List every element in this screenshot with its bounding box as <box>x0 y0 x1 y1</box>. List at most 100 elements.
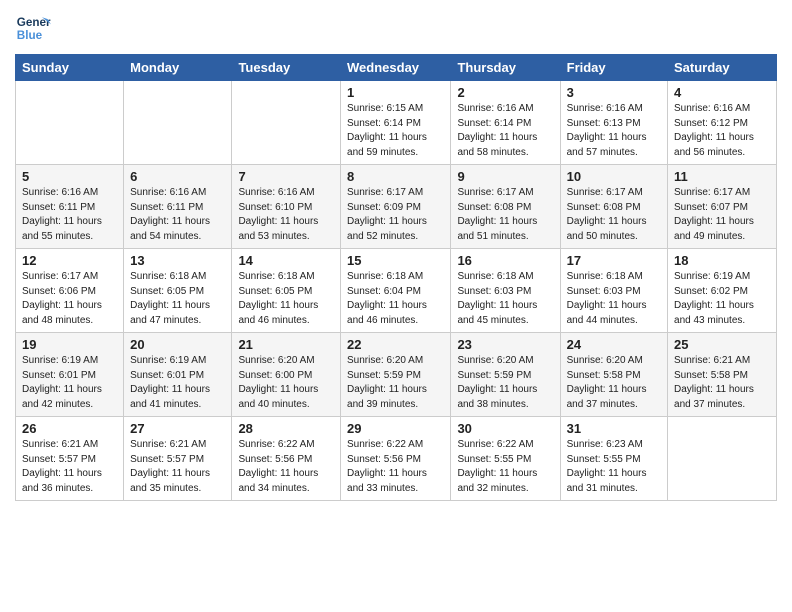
calendar-week-row: 5Sunrise: 6:16 AM Sunset: 6:11 PM Daylig… <box>16 165 777 249</box>
calendar-cell: 13 Sunrise: 6:18 AM Sunset: 6:05 PM Dayli… <box>124 249 232 333</box>
day-info: Sunrise: 6:22 AM Sunset: 5:55 PM Dayligh… <box>457 438 553 496</box>
day-info: Sunrise: 6:23 AM Sunset: 5:55 PM Dayligh… <box>567 438 661 496</box>
day-info: Sunrise: 6:22 AM Sunset: 5:56 PM Dayligh… <box>238 438 334 496</box>
day-number: 8 <box>347 169 444 184</box>
day-info: Sunrise: 6:20 AM Sunset: 6:00 PM Dayligh… <box>238 354 334 412</box>
calendar-cell: 29Sunrise: 6:22 AM Sunset: 5:56 PM Dayli… <box>341 417 451 501</box>
day-info: Sunrise: 6:16 AM Sunset: 6:10 PM Dayligh… <box>238 186 334 244</box>
day-info: Sunrise: 6:19 AM Sunset: 6:01 PM Dayligh… <box>130 354 225 412</box>
svg-text:Blue: Blue <box>17 29 43 42</box>
calendar-table: SundayMondayTuesdayWednesdayThursdayFrid… <box>15 54 777 501</box>
day-number: 7 <box>238 169 334 184</box>
calendar-cell: 31Sunrise: 6:23 AM Sunset: 5:55 PM Dayli… <box>560 417 667 501</box>
day-info: Sunrise: 6:16 AM Sunset: 6:14 PM Dayligh… <box>457 102 553 160</box>
calendar-cell: 19Sunrise: 6:19 AM Sunset: 6:01 PM Dayli… <box>16 333 124 417</box>
day-info: Sunrise: 6:17 AM Sunset: 6:08 PM Dayligh… <box>457 186 553 244</box>
day-info: Sunrise: 6:18 AM Sunset: 6:04 PM Dayligh… <box>347 270 444 328</box>
calendar-week-row: 26 Sunrise: 6:21 AM Sunset: 5:57 PM Dayli… <box>16 417 777 501</box>
day-info: Sunrise: 6:18 AM Sunset: 6:03 PM Dayligh… <box>457 270 553 328</box>
calendar-week-row: 12 Sunrise: 6:17 AM Sunset: 6:06 PM Dayli… <box>16 249 777 333</box>
day-number: 30 <box>457 421 553 436</box>
calendar-cell: 8 Sunrise: 6:17 AM Sunset: 6:09 PM Daylig… <box>341 165 451 249</box>
day-info: Sunrise: 6:16 AM Sunset: 6:13 PM Dayligh… <box>567 102 661 160</box>
calendar-cell: 24Sunrise: 6:20 AM Sunset: 5:58 PM Dayli… <box>560 333 667 417</box>
calendar-cell: 5Sunrise: 6:16 AM Sunset: 6:11 PM Daylig… <box>16 165 124 249</box>
calendar-cell: 22 Sunrise: 6:20 AM Sunset: 5:59 PM Dayli… <box>341 333 451 417</box>
day-number: 12 <box>22 253 117 268</box>
logo: General Blue <box>15 10 55 46</box>
day-info: Sunrise: 6:21 AM Sunset: 5:58 PM Dayligh… <box>674 354 770 412</box>
day-number: 1 <box>347 85 444 100</box>
calendar-cell: 25 Sunrise: 6:21 AM Sunset: 5:58 PM Dayli… <box>668 333 777 417</box>
calendar-cell: 6 Sunrise: 6:16 AM Sunset: 6:11 PM Daylig… <box>124 165 232 249</box>
weekday-header: Wednesday <box>341 55 451 81</box>
day-number: 2 <box>457 85 553 100</box>
day-info: Sunrise: 6:18 AM Sunset: 6:03 PM Dayligh… <box>567 270 661 328</box>
day-number: 15 <box>347 253 444 268</box>
svg-text:General: General <box>17 16 51 29</box>
calendar-cell: 30 Sunrise: 6:22 AM Sunset: 5:55 PM Dayli… <box>451 417 560 501</box>
calendar-cell: 3Sunrise: 6:16 AM Sunset: 6:13 PM Daylig… <box>560 81 667 165</box>
calendar-cell: 18Sunrise: 6:19 AM Sunset: 6:02 PM Dayli… <box>668 249 777 333</box>
calendar-cell: 26 Sunrise: 6:21 AM Sunset: 5:57 PM Dayli… <box>16 417 124 501</box>
day-number: 6 <box>130 169 225 184</box>
weekday-header: Friday <box>560 55 667 81</box>
calendar-cell: 10Sunrise: 6:17 AM Sunset: 6:08 PM Dayli… <box>560 165 667 249</box>
weekday-header: Tuesday <box>232 55 341 81</box>
calendar-cell: 15 Sunrise: 6:18 AM Sunset: 6:04 PM Dayli… <box>341 249 451 333</box>
day-info: Sunrise: 6:16 AM Sunset: 6:11 PM Dayligh… <box>22 186 117 244</box>
day-number: 28 <box>238 421 334 436</box>
day-number: 25 <box>674 337 770 352</box>
day-number: 23 <box>457 337 553 352</box>
day-info: Sunrise: 6:17 AM Sunset: 6:07 PM Dayligh… <box>674 186 770 244</box>
day-number: 26 <box>22 421 117 436</box>
day-number: 18 <box>674 253 770 268</box>
calendar-cell: 21 Sunrise: 6:20 AM Sunset: 6:00 PM Dayli… <box>232 333 341 417</box>
day-number: 9 <box>457 169 553 184</box>
day-number: 17 <box>567 253 661 268</box>
weekday-header: Sunday <box>16 55 124 81</box>
calendar-cell: 4Sunrise: 6:16 AM Sunset: 6:12 PM Daylig… <box>668 81 777 165</box>
day-number: 14 <box>238 253 334 268</box>
page-container: General Blue SundayMondayTuesdayWednesda… <box>0 0 792 511</box>
day-number: 21 <box>238 337 334 352</box>
calendar-cell: 20 Sunrise: 6:19 AM Sunset: 6:01 PM Dayli… <box>124 333 232 417</box>
day-number: 29 <box>347 421 444 436</box>
day-number: 22 <box>347 337 444 352</box>
day-info: Sunrise: 6:17 AM Sunset: 6:09 PM Dayligh… <box>347 186 444 244</box>
day-info: Sunrise: 6:16 AM Sunset: 6:12 PM Dayligh… <box>674 102 770 160</box>
day-info: Sunrise: 6:18 AM Sunset: 6:05 PM Dayligh… <box>130 270 225 328</box>
day-info: Sunrise: 6:21 AM Sunset: 5:57 PM Dayligh… <box>22 438 117 496</box>
day-info: Sunrise: 6:17 AM Sunset: 6:08 PM Dayligh… <box>567 186 661 244</box>
calendar-week-row: 19Sunrise: 6:19 AM Sunset: 6:01 PM Dayli… <box>16 333 777 417</box>
calendar-cell: 17 Sunrise: 6:18 AM Sunset: 6:03 PM Dayli… <box>560 249 667 333</box>
day-info: Sunrise: 6:19 AM Sunset: 6:01 PM Dayligh… <box>22 354 117 412</box>
calendar-cell: 23 Sunrise: 6:20 AM Sunset: 5:59 PM Dayli… <box>451 333 560 417</box>
calendar-cell <box>124 81 232 165</box>
day-number: 20 <box>130 337 225 352</box>
weekday-header-row: SundayMondayTuesdayWednesdayThursdayFrid… <box>16 55 777 81</box>
day-info: Sunrise: 6:20 AM Sunset: 5:59 PM Dayligh… <box>347 354 444 412</box>
day-info: Sunrise: 6:16 AM Sunset: 6:11 PM Dayligh… <box>130 186 225 244</box>
calendar-cell: 2 Sunrise: 6:16 AM Sunset: 6:14 PM Daylig… <box>451 81 560 165</box>
calendar-cell: 7 Sunrise: 6:16 AM Sunset: 6:10 PM Daylig… <box>232 165 341 249</box>
calendar-cell <box>232 81 341 165</box>
day-info: Sunrise: 6:15 AM Sunset: 6:14 PM Dayligh… <box>347 102 444 160</box>
calendar-cell: 14 Sunrise: 6:18 AM Sunset: 6:05 PM Dayli… <box>232 249 341 333</box>
calendar-cell: 1 Sunrise: 6:15 AM Sunset: 6:14 PM Daylig… <box>341 81 451 165</box>
day-info: Sunrise: 6:18 AM Sunset: 6:05 PM Dayligh… <box>238 270 334 328</box>
calendar-cell: 9 Sunrise: 6:17 AM Sunset: 6:08 PM Daylig… <box>451 165 560 249</box>
day-number: 27 <box>130 421 225 436</box>
calendar-cell: 16Sunrise: 6:18 AM Sunset: 6:03 PM Dayli… <box>451 249 560 333</box>
day-info: Sunrise: 6:20 AM Sunset: 5:59 PM Dayligh… <box>457 354 553 412</box>
day-number: 24 <box>567 337 661 352</box>
day-info: Sunrise: 6:21 AM Sunset: 5:57 PM Dayligh… <box>130 438 225 496</box>
calendar-cell: 11 Sunrise: 6:17 AM Sunset: 6:07 PM Dayli… <box>668 165 777 249</box>
calendar-week-row: 1 Sunrise: 6:15 AM Sunset: 6:14 PM Daylig… <box>16 81 777 165</box>
day-number: 13 <box>130 253 225 268</box>
calendar-cell <box>16 81 124 165</box>
day-number: 11 <box>674 169 770 184</box>
day-info: Sunrise: 6:17 AM Sunset: 6:06 PM Dayligh… <box>22 270 117 328</box>
logo-icon: General Blue <box>15 10 51 46</box>
calendar-cell: 28 Sunrise: 6:22 AM Sunset: 5:56 PM Dayli… <box>232 417 341 501</box>
